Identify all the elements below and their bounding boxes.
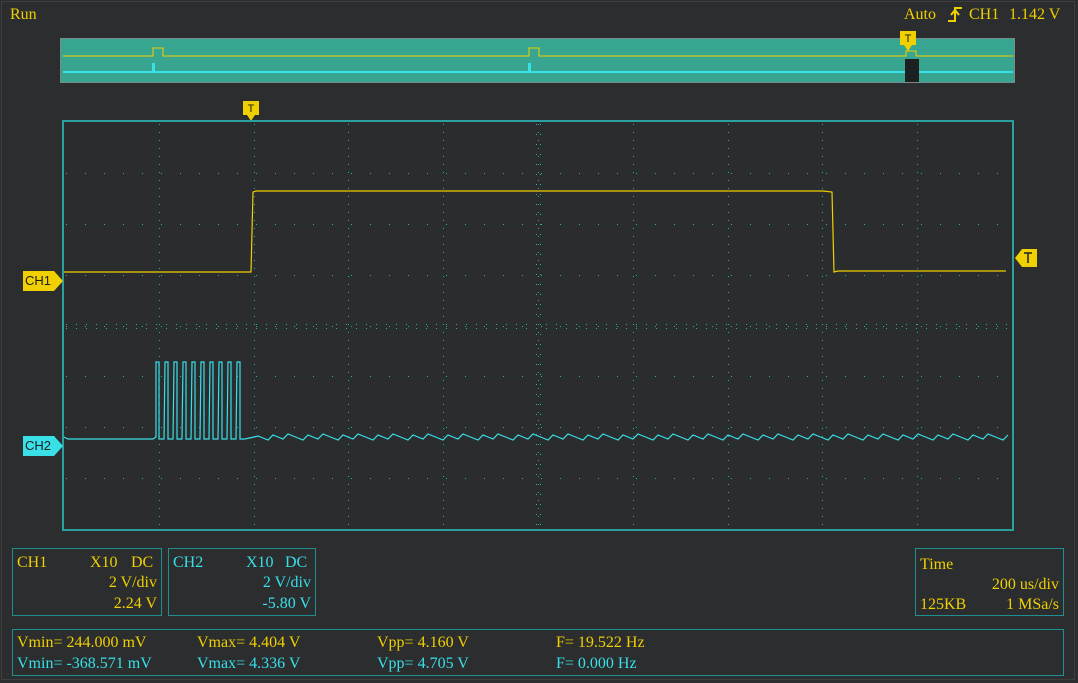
ch1-panel-name: CH1 bbox=[17, 554, 48, 571]
timebase-label: Time bbox=[920, 556, 954, 573]
ch1-vpp: Vpp= 4.160 V bbox=[377, 634, 469, 651]
graticule bbox=[63, 124, 1009, 525]
ch2-vpp: Vpp= 4.705 V bbox=[377, 655, 469, 672]
ch2-vmax: Vmax= 4.336 V bbox=[197, 655, 301, 672]
ch2-marker-label: CH2 bbox=[25, 438, 51, 453]
waveform-display[interactable] bbox=[62, 120, 1014, 531]
sample-rate: 1 MSa/s bbox=[1006, 596, 1059, 613]
ch2-ground-marker[interactable]: CH2 bbox=[22, 435, 64, 457]
ch2-probe: X10 bbox=[246, 554, 274, 571]
ch1-frequency: F= 19.522 Hz bbox=[556, 634, 645, 651]
trigger-level-marker[interactable] bbox=[1014, 248, 1038, 268]
measurements-panel[interactable]: Vmin= 244.000 mV Vmax= 4.404 V Vpp= 4.16… bbox=[12, 629, 1064, 676]
memory-depth: 125KB bbox=[920, 596, 967, 613]
ch1-probe: X10 bbox=[90, 554, 118, 571]
ch1-ground-marker[interactable]: CH1 bbox=[22, 270, 64, 292]
overview-trigger-label: T bbox=[905, 33, 912, 45]
ch2-panel-name: CH2 bbox=[173, 554, 204, 571]
timebase-scale: 200 us/div bbox=[991, 576, 1059, 593]
ch2-coupling: DC bbox=[285, 554, 308, 571]
overview-trigger-marker[interactable]: T bbox=[899, 30, 917, 52]
ch2-vmin: Vmin= -368.571 mV bbox=[17, 655, 152, 672]
ch2-volts-div: 2 V/div bbox=[262, 574, 311, 591]
ch1-volts-div: 2 V/div bbox=[108, 574, 157, 591]
run-status[interactable]: Run bbox=[10, 7, 37, 23]
ch1-waveform bbox=[64, 190, 1006, 273]
ch2-settings-panel[interactable]: CH2 X10 DC 2 V/div -5.80 V bbox=[168, 548, 316, 616]
ch1-marker-label: CH1 bbox=[25, 273, 51, 288]
ch1-coupling: DC bbox=[131, 554, 154, 571]
trigger-position-marker[interactable]: T bbox=[242, 100, 260, 122]
rising-edge-icon bbox=[948, 7, 962, 22]
timebase-panel[interactable]: Time 200 us/div 125KB 1 MSa/s bbox=[915, 548, 1064, 616]
trigger-source[interactable]: CH1 bbox=[969, 7, 999, 23]
memory-overview[interactable] bbox=[60, 38, 1015, 83]
trigger-position-label: T bbox=[248, 103, 255, 115]
ch1-vmax: Vmax= 4.404 V bbox=[197, 634, 301, 651]
ch1-offset: 2.24 V bbox=[113, 595, 157, 612]
ch2-waveform bbox=[63, 361, 1009, 441]
overview-waveforms bbox=[63, 47, 1013, 82]
ch1-settings-panel[interactable]: CH1 X10 DC 2 V/div 2.24 V bbox=[12, 548, 162, 616]
ch2-offset: -5.80 V bbox=[262, 595, 311, 612]
trigger-level[interactable]: 1.142 V bbox=[1009, 7, 1060, 23]
ch2-frequency: F= 0.000 Hz bbox=[556, 655, 637, 672]
ch1-vmin: Vmin= 244.000 mV bbox=[17, 634, 147, 651]
trigger-mode[interactable]: Auto bbox=[904, 7, 936, 23]
